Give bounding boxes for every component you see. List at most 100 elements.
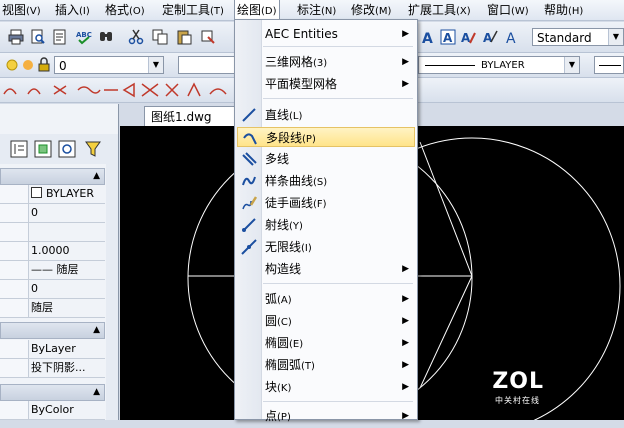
ray-icon	[242, 218, 256, 232]
svg-text:A: A	[461, 31, 471, 45]
zol-watermark-sub: 中关村在线	[495, 396, 540, 405]
find-text-icon[interactable]: A	[482, 29, 498, 45]
submenu-arrow-icon: ▶	[402, 57, 409, 67]
layer-freeze-icon[interactable]	[20, 57, 36, 73]
print-preview-icon[interactable]	[30, 29, 46, 45]
chevron-down-icon[interactable]: ▼	[148, 57, 163, 73]
menu-item-ellipse[interactable]: 椭圆(E) ▶	[237, 333, 415, 353]
collapse-icon[interactable]: ▲	[93, 325, 100, 335]
lineweight-combo[interactable]	[594, 56, 624, 74]
lock-icon[interactable]	[36, 57, 52, 73]
submenu-arrow-icon: ▶	[402, 382, 409, 392]
menu-format[interactable]: 格式(O)	[103, 0, 147, 20]
menu-item-point[interactable]: 点(P) ▶	[237, 406, 415, 426]
draw-menu-dropdown: AEC Entities ▶ 三维网格(3) ▶ 平面模型网格 ▶ 直线(L) 多段线…	[234, 19, 418, 423]
zol-watermark: ZOL	[492, 369, 544, 394]
menu-help[interactable]: 帮助(H)	[542, 0, 585, 20]
submenu-arrow-icon: ▶	[402, 264, 409, 274]
menu-insert[interactable]: 插入(I)	[53, 0, 92, 20]
menu-dimension[interactable]: 标注(N)	[295, 0, 338, 20]
menu-item-multiline[interactable]: 多线	[237, 149, 415, 169]
text-style-a-icon[interactable]: A	[420, 29, 436, 45]
menu-view[interactable]: 视图(V)	[0, 0, 43, 20]
menu-bar: 视图(V) 插入(I) 格式(O) 定制工具(T) 绘图(D) 标注(N) 修改…	[0, 0, 624, 21]
submenu-arrow-icon: ▶	[402, 411, 409, 421]
menu-custom-tools[interactable]: 定制工具(T)	[160, 0, 226, 20]
print-icon[interactable]	[8, 29, 24, 45]
svg-text:A: A	[483, 31, 493, 45]
menu-item-polyline[interactable]: 多段线(P)	[237, 127, 415, 147]
properties-toolbar	[0, 134, 118, 164]
filter-icon[interactable]	[84, 140, 102, 158]
cut-icon[interactable]	[128, 29, 144, 45]
prop-row-material[interactable]: ByLayer	[0, 340, 105, 359]
prop-row-color[interactable]: BYLAYER	[0, 185, 105, 204]
linetype-combo[interactable]: BYLAYER ▼	[418, 56, 580, 74]
layer-on-icon[interactable]	[4, 57, 20, 73]
text-style-combo[interactable]: Standard ▼	[532, 28, 624, 46]
properties-scrollbar[interactable]	[106, 164, 118, 420]
menu-item-spline[interactable]: 样条曲线(S)	[237, 171, 415, 191]
menu-item-xline[interactable]: 无限线(I)	[237, 237, 415, 257]
menu-item-aec-entities[interactable]: AEC Entities ▶	[237, 24, 415, 44]
menu-item-arc[interactable]: 弧(A) ▶	[237, 289, 415, 309]
spline-icon	[242, 176, 256, 186]
spellcheck-icon[interactable]: ABC	[76, 29, 92, 45]
color-combo[interactable]	[178, 56, 238, 74]
menu-item-plane-mesh[interactable]: 平面模型网格 ▶	[237, 74, 415, 94]
collapse-icon[interactable]: ▲	[93, 171, 100, 181]
text-scale-icon[interactable]: A	[504, 29, 520, 45]
match-properties-icon[interactable]	[200, 29, 216, 45]
menu-item-circle[interactable]: 圆(C) ▶	[237, 311, 415, 331]
publish-icon[interactable]	[52, 29, 68, 45]
find-icon[interactable]	[98, 29, 114, 45]
prop-row-linetype[interactable]	[0, 223, 105, 242]
submenu-arrow-icon: ▶	[402, 360, 409, 370]
edit-text-icon[interactable]: A	[460, 29, 476, 45]
collapse-icon[interactable]: ▲	[93, 387, 100, 397]
menu-item-line[interactable]: 直线(L)	[237, 105, 415, 125]
submenu-arrow-icon: ▶	[402, 294, 409, 304]
section-3d-header[interactable]: ▲	[0, 322, 105, 339]
section-plot-header[interactable]: ▲	[0, 384, 105, 401]
prop-row-thickness[interactable]: 0	[0, 280, 105, 299]
color-swatch-icon	[31, 187, 42, 198]
svg-text:A: A	[443, 31, 453, 45]
menu-item-freehand[interactable]: 徒手画线(F)	[237, 193, 415, 213]
prop-row-plot-color[interactable]: ByColor	[0, 401, 105, 420]
line-icon	[242, 108, 256, 122]
svg-text:A: A	[422, 31, 433, 45]
menu-modify[interactable]: 修改(M)	[349, 0, 393, 20]
prop-row-shadow[interactable]: 投下阴影...	[0, 359, 105, 378]
prop-row-linetype-scale[interactable]: 1.0000	[0, 242, 105, 261]
menu-item-ray[interactable]: 射线(Y)	[237, 215, 415, 235]
draw-tool-icons[interactable]	[0, 82, 234, 98]
paste-icon[interactable]	[176, 29, 192, 45]
layer-combo[interactable]: 0 ▼	[54, 56, 164, 74]
menu-extend-tools[interactable]: 扩展工具(X)	[406, 0, 473, 20]
menu-item-block[interactable]: 块(K) ▶	[237, 377, 415, 397]
prop-row-layer[interactable]: 0	[0, 204, 105, 223]
menu-item-ellipse-arc[interactable]: 椭圆弧(T) ▶	[237, 355, 415, 375]
quick-select-icon[interactable]	[58, 140, 76, 158]
prop-row-lineweight[interactable]: —— 随层	[0, 261, 105, 280]
select-objects-icon[interactable]	[34, 140, 52, 158]
copy-icon[interactable]	[152, 29, 168, 45]
diagonal-line-upper	[419, 141, 473, 277]
diagonal-line	[419, 275, 473, 389]
toggle-pickadd-icon[interactable]	[10, 140, 28, 158]
chevron-down-icon[interactable]: ▼	[608, 29, 623, 45]
menu-item-3d-mesh[interactable]: 三维网格(3) ▶	[237, 52, 415, 72]
lineweight-sample	[599, 65, 621, 66]
prop-row-plotstyle[interactable]: 随层	[0, 299, 105, 318]
submenu-arrow-icon: ▶	[402, 338, 409, 348]
menu-window[interactable]: 窗口(W)	[485, 0, 531, 20]
section-general-header[interactable]: ▲	[0, 168, 105, 185]
chevron-down-icon[interactable]: ▼	[564, 57, 579, 73]
multiline-text-icon[interactable]: A	[440, 29, 456, 45]
polyline-icon	[243, 133, 257, 145]
menu-item-construction-line[interactable]: 构造线 ▶	[237, 259, 415, 279]
menu-draw[interactable]: 绘图(D)	[234, 0, 280, 20]
submenu-arrow-icon: ▶	[402, 29, 409, 39]
properties-panel: ▲ BYLAYER 0 1.0000 —— 随层 0 随层 ▲ ByLayer …	[0, 104, 119, 420]
